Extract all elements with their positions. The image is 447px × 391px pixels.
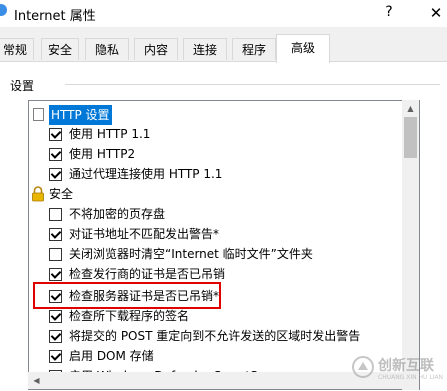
checkbox[interactable] — [49, 330, 62, 343]
list-item-label: 检查发行商的证书是否已吊销 — [69, 267, 226, 281]
list-item-security-category[interactable]: 安全 — [29, 184, 389, 204]
scroll-left-icon[interactable]: ◀ — [28, 372, 45, 389]
list-item-label: 关闭浏览器时清空“Internet 临时文件”文件夹 — [69, 247, 313, 261]
list-item-label: 对证书地址不匹配发出警告* — [69, 227, 220, 241]
settings-group-label: 设置 — [10, 79, 35, 93]
list-item-label: 将提交的 POST 重定向到不允许发送的区域时发出警告 — [69, 329, 361, 343]
horizontal-scrollbar[interactable]: ◀ — [28, 372, 402, 389]
window-title: Internet 属性 — [14, 9, 96, 24]
list-item[interactable]: 使用 HTTP 1.1 — [29, 124, 389, 144]
list-item[interactable]: 不将加密的页存盘 — [29, 204, 389, 224]
tab-advanced[interactable]: 高级 — [276, 34, 330, 63]
checkbox[interactable] — [49, 350, 62, 363]
scroll-thumb[interactable] — [404, 117, 417, 158]
list-item-label: 通过代理连接使用 HTTP 1.1 — [69, 167, 223, 181]
tab-security[interactable]: 安全 — [41, 38, 79, 60]
list-item-label: 安全 — [49, 187, 74, 201]
checkbox[interactable] — [49, 208, 62, 221]
list-item-label: 使用 HTTP 1.1 — [69, 127, 151, 141]
help-button[interactable]: ? — [382, 3, 396, 21]
settings-list[interactable]: HTTP 设置 使用 HTTP 1.1 使用 HTTP2 通过代理连接使用 HT… — [28, 100, 420, 390]
checkbox[interactable] — [49, 128, 62, 141]
watermark-logo-icon — [352, 356, 374, 378]
checkbox[interactable] — [49, 228, 62, 241]
checkbox[interactable] — [49, 148, 62, 161]
checkbox[interactable] — [49, 268, 62, 281]
list-item[interactable]: 将提交的 POST 重定向到不允许发送的区域时发出警告 — [29, 326, 401, 346]
list-item-label: 启用 DOM 存储 — [69, 349, 154, 363]
watermark-subtext: CHUANG XIN HU LIAN — [378, 374, 444, 381]
tab-connections[interactable]: 连接 — [183, 38, 227, 60]
tab-general[interactable]: 常规 — [0, 38, 34, 60]
list-item[interactable]: 检查发行商的证书是否已吊销 — [29, 264, 389, 284]
list-item-label: 使用 HTTP2 — [69, 147, 136, 161]
list-item[interactable]: 启用 DOM 存储 — [29, 346, 389, 366]
close-button[interactable]: ✕ — [424, 2, 447, 24]
lock-icon — [32, 186, 44, 202]
checkbox[interactable] — [49, 248, 62, 261]
list-item[interactable]: 关闭浏览器时清空“Internet 临时文件”文件夹 — [29, 244, 389, 264]
title-bar: Internet 属性 ? ✕ — [0, 0, 447, 27]
list-item-label: 不将加密的页存盘 — [69, 207, 166, 221]
checkbox[interactable] — [49, 168, 62, 181]
list-item-label: 检查所下载程序的签名 — [69, 309, 190, 323]
tab-privacy[interactable]: 隐私 — [85, 38, 129, 60]
list-item-label: HTTP 设置 — [49, 105, 112, 125]
checkbox[interactable] — [49, 310, 62, 323]
list-item[interactable]: 对证书地址不匹配发出警告* — [29, 224, 389, 244]
list-item[interactable]: 通过代理连接使用 HTTP 1.1 — [29, 164, 389, 184]
list-item[interactable]: 使用 HTTP2 — [29, 144, 389, 164]
watermark-text: 创新互联 — [378, 358, 434, 374]
annotation-highlight-box — [33, 282, 221, 309]
tab-content[interactable]: 内容 — [134, 38, 178, 60]
tab-strip: 常规 安全 隐私 内容 连接 程序 高级 — [0, 34, 447, 63]
vertical-scrollbar[interactable]: ▲ — [402, 100, 419, 390]
scroll-up-icon[interactable]: ▲ — [402, 100, 419, 117]
list-item[interactable]: 检查所下载程序的签名 — [29, 306, 389, 326]
watermark: 创新互联 CHUANG XIN HU LIAN — [352, 350, 447, 390]
internet-options-icon — [0, 4, 7, 16]
tab-programs[interactable]: 程序 — [232, 38, 276, 60]
group-divider — [65, 84, 440, 85]
page-icon — [33, 108, 44, 121]
